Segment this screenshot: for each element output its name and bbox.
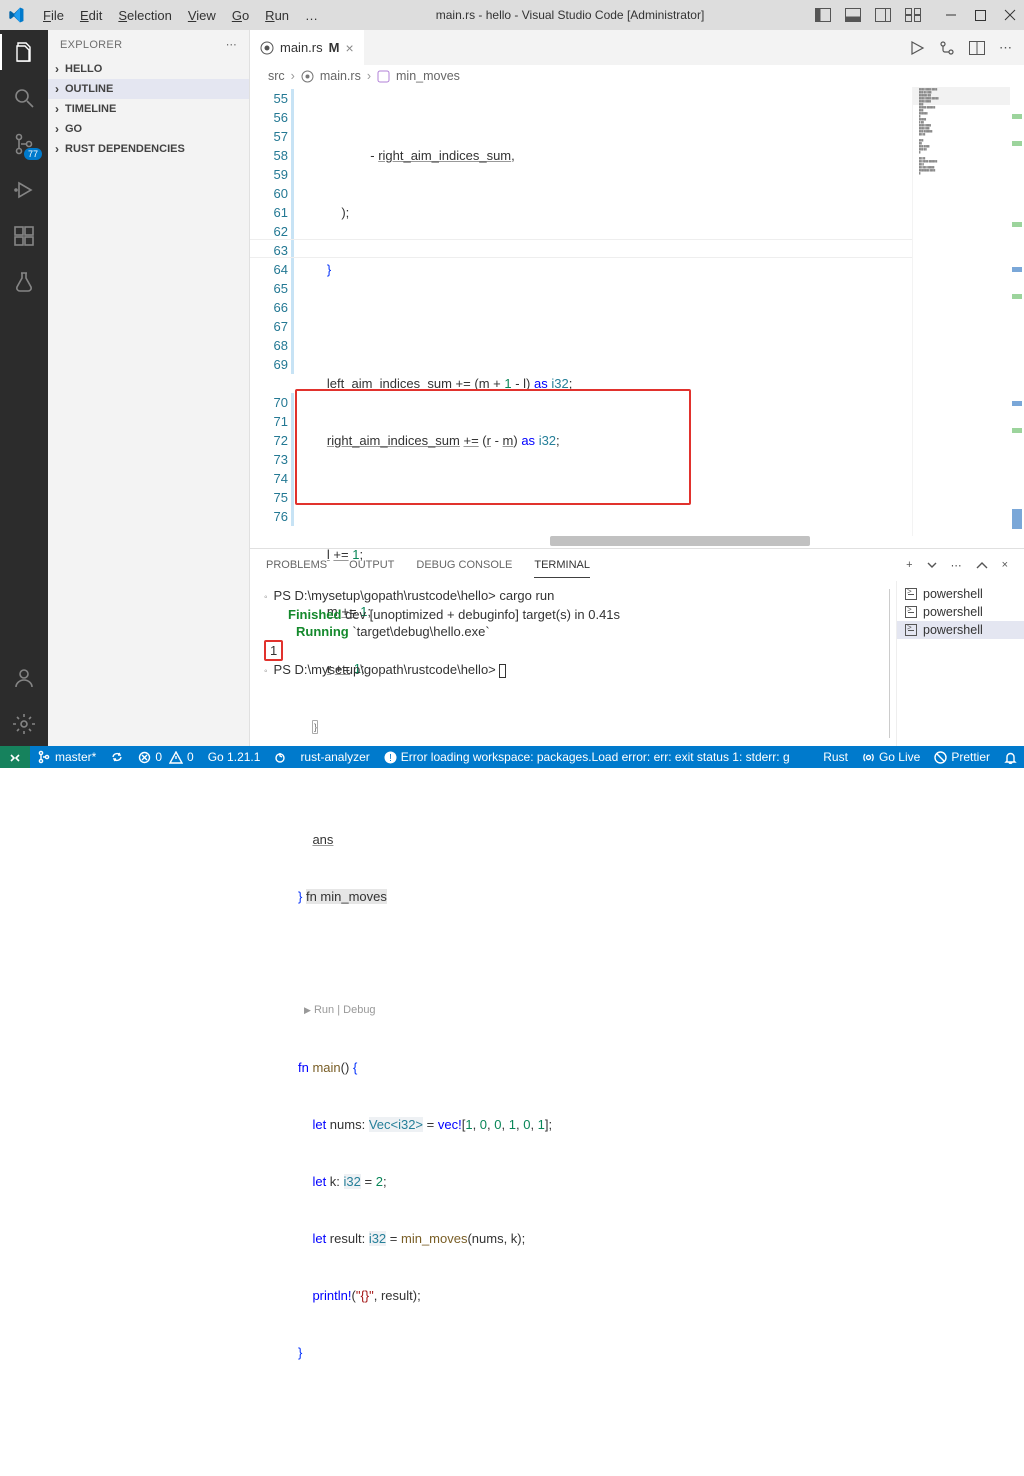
inlay-fn-sig: fn min_moves (306, 889, 387, 904)
run-debug-activity-icon[interactable] (12, 178, 36, 202)
menu-selection[interactable]: Selection (111, 4, 178, 27)
status-errors[interactable]: 0 (131, 746, 169, 768)
status-go-update[interactable] (267, 746, 293, 768)
status-branch[interactable]: master* (30, 746, 103, 768)
explorer-sidebar: EXPLORER ⋯ ›HELLO ›OUTLINE ›TIMELINE ›GO… (48, 30, 250, 746)
toggle-panel-icon[interactable] (845, 8, 861, 22)
explorer-title: EXPLORER (60, 39, 226, 51)
sidebar-section-hello[interactable]: ›HELLO (48, 59, 249, 79)
settings-activity-icon[interactable] (12, 712, 36, 736)
split-editor-icon[interactable] (969, 41, 985, 55)
status-warnings[interactable]: 0 (169, 746, 201, 768)
crumb-symbol[interactable]: min_moves (396, 69, 460, 83)
status-notifications-icon[interactable] (997, 746, 1024, 768)
highlight-output: 1 (264, 640, 283, 661)
panel-more-icon[interactable]: ⋯ (951, 559, 962, 572)
terminal-list: powershell powershell powershell (896, 581, 1024, 746)
rust-file-icon (301, 70, 314, 83)
testing-activity-icon[interactable] (12, 270, 36, 294)
rust-file-icon (260, 41, 274, 55)
maximize-icon[interactable] (975, 10, 986, 21)
vscode-logo-icon (8, 7, 24, 23)
close-panel-icon[interactable]: × (1002, 559, 1008, 571)
status-sync[interactable] (103, 746, 131, 768)
title-bar: File Edit Selection View Go Run … main.r… (0, 0, 1024, 30)
activity-bar: 77 (0, 30, 48, 746)
window-title: main.rs - hello - Visual Studio Code [Ad… (325, 8, 815, 22)
menu-edit[interactable]: Edit (73, 4, 109, 27)
editor-more-icon[interactable]: ⋯ (999, 40, 1012, 56)
terminal-icon (905, 606, 917, 618)
terminal-item[interactable]: powershell (897, 621, 1024, 639)
menu-go[interactable]: Go (225, 4, 256, 27)
terminal-icon (905, 624, 917, 636)
editor-area: main.rs M × ⋯ src› main.rs› min_moves 55… (250, 30, 1024, 746)
breadcrumbs[interactable]: src› main.rs› min_moves (250, 65, 1024, 87)
terminal-cursor (499, 664, 506, 678)
codelens-run-debug[interactable]: ▶ Run | Debug (298, 1001, 912, 1020)
terminal-item[interactable]: powershell (897, 585, 1024, 603)
toggle-secondary-sidebar-icon[interactable] (875, 8, 891, 22)
toggle-primary-sidebar-icon[interactable] (815, 8, 831, 22)
maximize-panel-icon[interactable] (976, 560, 988, 570)
minimize-icon[interactable] (945, 9, 957, 21)
symbol-function-icon (377, 70, 390, 83)
sidebar-section-rust-deps[interactable]: ›RUST DEPENDENCIES (48, 139, 249, 159)
crumb-file[interactable]: main.rs (320, 69, 361, 83)
diff-icon[interactable] (939, 40, 955, 56)
menu-overflow[interactable]: … (298, 4, 325, 27)
tab-main-rs[interactable]: main.rs M × (250, 30, 365, 65)
tab-filename: main.rs (280, 40, 323, 55)
code-editor[interactable]: - right_aim_indices_sum, ); } left_aim_i… (298, 87, 912, 536)
tab-dirty-indicator: M (329, 40, 340, 55)
status-go-version[interactable]: Go 1.21.1 (201, 746, 268, 768)
sidebar-section-outline[interactable]: ›OUTLINE (48, 79, 249, 99)
terminal-icon (905, 588, 917, 600)
close-icon[interactable] (1004, 9, 1016, 21)
run-file-icon[interactable] (909, 40, 925, 56)
terminal-scrollbar[interactable] (889, 589, 890, 738)
terminal-dropdown-icon[interactable] (927, 560, 937, 570)
term-bullet-icon: ◦ (264, 666, 268, 677)
search-activity-icon[interactable] (12, 86, 36, 110)
editor-tabs: main.rs M × ⋯ (250, 30, 1024, 65)
customize-layout-icon[interactable] (905, 8, 921, 22)
explorer-activity-icon[interactable] (12, 40, 36, 64)
menu-run[interactable]: Run (258, 4, 296, 27)
extensions-activity-icon[interactable] (12, 224, 36, 248)
status-prettier[interactable]: Prettier (927, 746, 997, 768)
menu-bar: File Edit Selection View Go Run … (36, 4, 325, 27)
term-bullet-icon: ◦ (264, 592, 268, 603)
line-number-gutter: 5556575859606162636465666768697071727374… (250, 87, 298, 536)
terminal-item[interactable]: powershell (897, 603, 1024, 621)
remote-indicator[interactable] (0, 746, 30, 768)
sidebar-section-timeline[interactable]: ›TIMELINE (48, 99, 249, 119)
source-control-activity-icon[interactable]: 77 (12, 132, 36, 156)
explorer-more-icon[interactable]: ⋯ (226, 38, 237, 51)
overview-ruler[interactable] (1010, 87, 1024, 536)
tab-close-icon[interactable]: × (345, 40, 353, 56)
terminal[interactable]: ◦PS D:\mysetup\gopath\rustcode\hello> ca… (250, 581, 896, 746)
accounts-activity-icon[interactable] (12, 666, 36, 690)
menu-file[interactable]: File (36, 4, 71, 27)
minimap[interactable]: ████ ████ ███████ ██ █████████ ██████ ██… (912, 87, 1010, 536)
menu-view[interactable]: View (181, 4, 223, 27)
sidebar-section-go[interactable]: ›GO (48, 119, 249, 139)
scm-badge: 77 (24, 148, 42, 160)
crumb-src[interactable]: src (268, 69, 285, 83)
